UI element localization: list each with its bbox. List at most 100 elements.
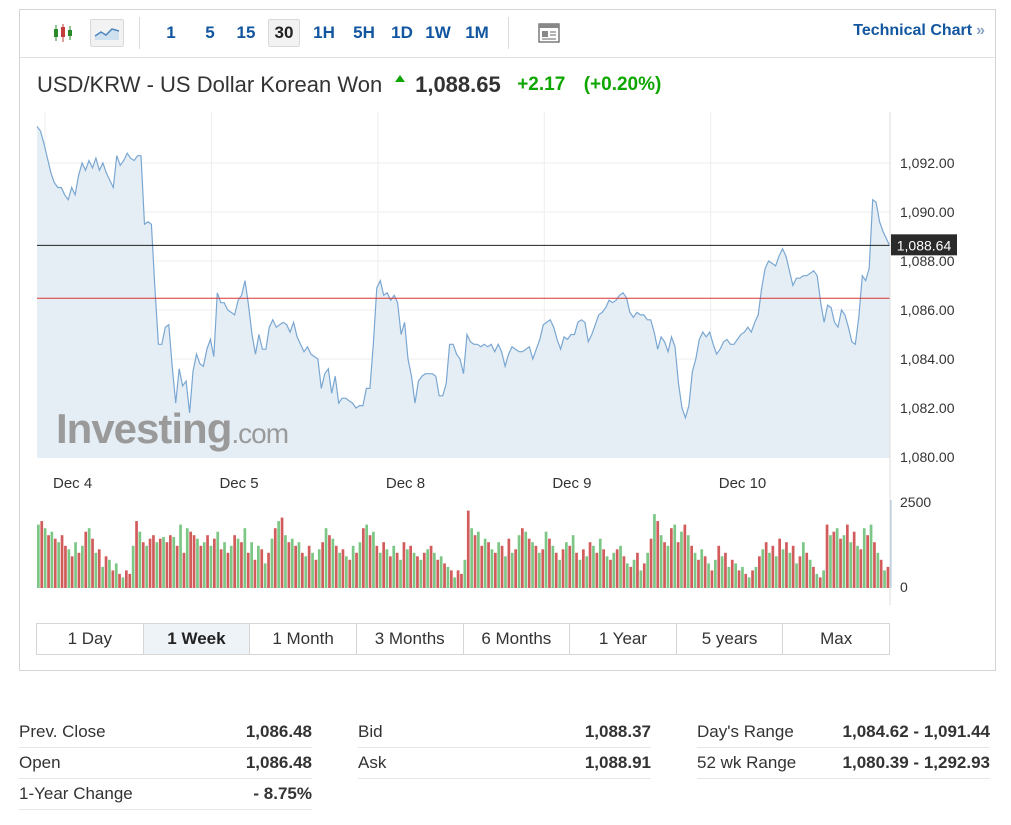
stat-row: 1-Year Change - 8.75% — [19, 779, 312, 810]
volume-bar — [483, 538, 487, 588]
range-selector: 1 Day 1 Week 1 Month 3 Months 6 Months 1 Year… — [36, 623, 890, 655]
volume-bar — [273, 528, 277, 588]
volume-bar — [240, 542, 243, 588]
volume-bar — [94, 552, 98, 588]
volume-bar — [446, 566, 450, 588]
volume-bar — [439, 556, 443, 588]
volume-bar — [730, 559, 734, 588]
volume-bar — [426, 549, 429, 588]
volume-bar — [490, 549, 494, 588]
volume-bar — [206, 535, 209, 588]
volume-bar — [77, 552, 81, 588]
volume-bar — [87, 528, 91, 588]
volume-bar — [175, 545, 179, 588]
volume-bar — [602, 549, 605, 588]
volume-bar — [40, 521, 44, 588]
volume-bar — [436, 559, 440, 588]
x-tick-label: Dec 8 — [386, 475, 425, 492]
range-tab-max[interactable]: Max — [783, 624, 889, 654]
range-tab-5-years[interactable]: 5 years — [677, 624, 784, 654]
volume-bar — [873, 542, 876, 588]
volume-bar — [724, 552, 727, 588]
stat-row: Ask 1,088.91 — [358, 748, 651, 779]
volume-bar — [507, 538, 511, 588]
volume-bar — [128, 573, 132, 588]
volume-bar — [642, 563, 646, 588]
volume-bar — [453, 577, 456, 588]
volume-bars — [37, 510, 890, 588]
volume-bar — [592, 545, 595, 588]
stats-column-3: Day's Range 1,084.62 - 1,091.44 52 wk Rang… — [697, 717, 990, 779]
range-tab-3-months[interactable]: 3 Months — [357, 624, 464, 654]
volume-bar — [419, 559, 423, 588]
volume-bar — [734, 563, 737, 588]
volume-bar — [494, 552, 497, 588]
volume-bar — [450, 570, 453, 588]
range-tab-1-month[interactable]: 1 Month — [250, 624, 357, 654]
volume-bar — [791, 545, 795, 588]
volume-bar — [778, 538, 781, 588]
range-tab-1-day[interactable]: 1 Day — [37, 624, 144, 654]
volume-bar — [216, 531, 220, 588]
volume-bar — [835, 528, 839, 588]
volume-bar — [659, 535, 663, 588]
volume-bar — [189, 531, 192, 588]
stat-row: Open 1,086.48 — [19, 748, 312, 779]
volume-bar — [280, 517, 284, 588]
volume-bar — [399, 559, 402, 588]
volume-bar — [111, 570, 115, 588]
volume-bar — [131, 545, 135, 588]
volume-tick-label: 2500 — [900, 494, 931, 510]
volume-bar — [812, 566, 815, 588]
volume-bar — [368, 535, 372, 588]
range-tab-1-year[interactable]: 1 Year — [570, 624, 677, 654]
volume-bar — [527, 538, 531, 588]
volume-bar — [710, 570, 714, 588]
volume-bar — [862, 528, 866, 588]
volume-bar — [233, 535, 236, 588]
volume-bar — [846, 524, 849, 588]
volume-bar — [355, 552, 358, 588]
range-tab-1-week[interactable]: 1 Week — [143, 624, 251, 654]
volume-bar — [304, 556, 308, 588]
volume-bar — [321, 542, 324, 588]
volume-bar — [108, 559, 111, 588]
volume-bar — [395, 552, 399, 588]
stats-column-2: Bid 1,088.37 Ask 1,088.91 — [358, 717, 651, 779]
volume-bar — [37, 524, 40, 588]
volume-bar — [152, 535, 155, 588]
volume-bar — [416, 556, 419, 588]
volume-bar — [182, 552, 186, 588]
volume-bar — [196, 538, 199, 588]
volume-bar — [402, 542, 406, 588]
volume-bar — [500, 545, 504, 588]
volume-bar — [548, 538, 551, 588]
volume-bar — [663, 542, 666, 588]
volume-bar — [690, 545, 693, 588]
volume-bar — [720, 556, 724, 588]
volume-bar — [477, 531, 480, 588]
volume-bar — [565, 542, 568, 588]
price-chart[interactable]: Investing.com1,092.001,090.001,088.001,0… — [20, 10, 995, 620]
volume-bar — [162, 537, 165, 588]
volume-bar — [629, 566, 633, 588]
volume-bar — [314, 559, 318, 588]
volume-bar — [554, 552, 558, 588]
volume-bar — [412, 552, 416, 588]
volume-bar — [138, 531, 142, 588]
volume-bar — [852, 531, 856, 588]
volume-bar — [307, 545, 311, 588]
volume-bar — [345, 556, 348, 588]
volume-bar — [568, 545, 572, 588]
volume-bar — [118, 573, 121, 588]
volume-bar — [578, 559, 582, 588]
volume-bar — [317, 549, 321, 588]
volume-bar — [717, 545, 721, 588]
volume-bar — [832, 531, 836, 588]
range-tab-6-months[interactable]: 6 Months — [464, 624, 571, 654]
stat-label: 52 wk Range — [697, 753, 797, 772]
volume-bar — [192, 535, 196, 588]
volume-bar — [433, 552, 436, 588]
volume-bar — [825, 524, 829, 588]
volume-bar — [466, 510, 470, 588]
